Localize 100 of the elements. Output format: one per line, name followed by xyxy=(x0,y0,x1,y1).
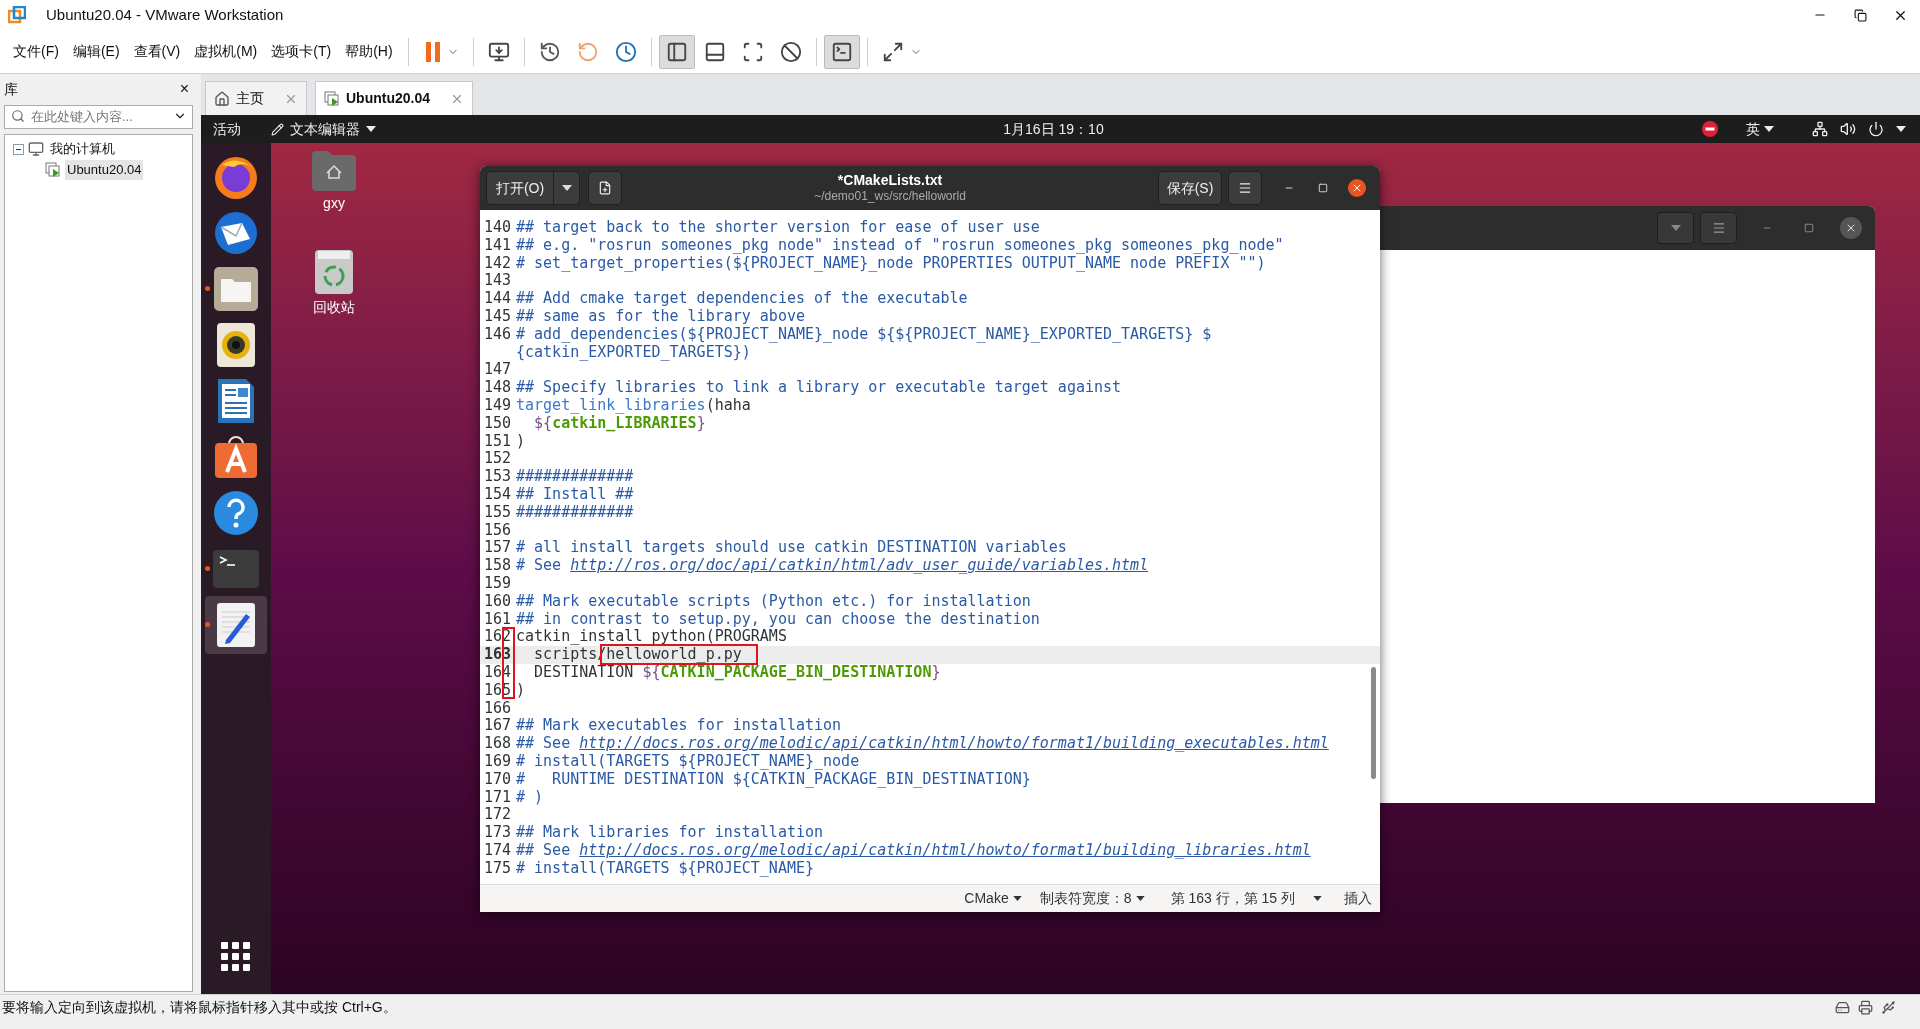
power-icon[interactable] xyxy=(1868,121,1884,137)
new-tab-button[interactable] xyxy=(588,171,622,205)
menu-item[interactable]: 文件(F) xyxy=(6,41,66,62)
activities-button[interactable]: 活动 xyxy=(213,118,241,140)
new-tab-icon xyxy=(598,181,612,195)
menu-item[interactable]: 帮助(H) xyxy=(338,41,400,62)
menu-item[interactable]: 编辑(E) xyxy=(65,41,127,62)
maximize-icon xyxy=(1318,183,1328,193)
line-number: 149 xyxy=(484,395,512,414)
tab-width-selector[interactable]: 制表符宽度：8 xyxy=(1039,888,1145,909)
clock[interactable]: 1月16日 19：10 xyxy=(1003,118,1104,140)
line-number: 166 xyxy=(484,698,512,717)
code-line: # See http://ros.org/doc/api/catkin/html/adv_user_guide/variables.html xyxy=(516,557,1149,575)
cursor-position[interactable]: 第 163 行，第 15 列 xyxy=(1170,888,1322,909)
link[interactable]: http://ros.org/doc/api/catkin/html/adv_user_guide/variables.html xyxy=(570,556,1149,575)
collapse-icon[interactable] xyxy=(13,143,24,155)
terminal-icon xyxy=(212,548,260,589)
code-line: ## Install ## xyxy=(516,485,634,504)
running-indicator xyxy=(205,566,210,571)
line-number: 157 xyxy=(484,538,512,557)
code-line: {catkin_EXPORTED_TARGETS}) xyxy=(516,343,751,362)
line-number: 141 xyxy=(484,235,512,254)
line-number: 169 xyxy=(484,751,512,770)
code-line: # all install targets should use catkin DESTINATION variables xyxy=(516,539,1067,558)
tree-item[interactable]: 我的计算机 xyxy=(48,139,117,159)
menu-item[interactable]: 选项卡(T) xyxy=(264,41,339,62)
line-number: 142 xyxy=(484,253,512,272)
computer-icon xyxy=(28,141,44,157)
save-button[interactable]: 保存(S) xyxy=(1158,171,1222,205)
vm-icon xyxy=(324,90,340,107)
line-number: 144 xyxy=(484,289,512,308)
code-line: ## Mark libraries for installation xyxy=(516,824,824,842)
volume-icon[interactable] xyxy=(1840,121,1856,137)
open-button[interactable]: 打开(O) xyxy=(486,171,554,205)
caret-icon xyxy=(561,185,572,191)
desktop-icon-label[interactable]: gxy xyxy=(323,193,345,214)
tab[interactable]: 主页 xyxy=(205,81,307,115)
scrollbar-thumb[interactable] xyxy=(1371,667,1376,779)
app-grid-icon[interactable] xyxy=(221,942,251,972)
code-line: # add_dependencies(${PROJECT_NAME}_node ${${PROJECT_NAME}_EXPORTED_TARGETS} $ xyxy=(516,325,1212,344)
caret-icon xyxy=(1313,896,1322,901)
menu-item[interactable]: 查看(V) xyxy=(126,41,188,62)
line-number: 158 xyxy=(484,556,512,575)
code-line: ## See http://docs.ros.org/melodic/api/catkin/html/howto/format1/building_libraries.html xyxy=(516,841,1311,860)
toolbar-button[interactable] xyxy=(823,34,860,69)
tree-item[interactable]: Ubuntu20.04 xyxy=(65,160,144,180)
code-line: ## target back to the shorter version for ease of user use xyxy=(516,219,1040,237)
menu-item[interactable]: 虚拟机(M) xyxy=(187,41,265,62)
caret-icon xyxy=(1764,126,1774,132)
expand-icon xyxy=(881,40,904,63)
line-number: 146 xyxy=(484,324,512,343)
do-not-disturb-icon[interactable] xyxy=(1702,121,1718,137)
panel-left-icon xyxy=(665,40,688,63)
folder-icon xyxy=(213,265,259,312)
language-selector[interactable]: CMake xyxy=(964,888,1022,909)
network-icon[interactable] xyxy=(1812,121,1828,137)
code-line: ## e.g. "rosrun someones_pkg node" instead of "rosrun someones_pkg someones_pkg_node" xyxy=(516,236,1284,255)
shopping-bag-icon xyxy=(213,433,259,480)
desktop-icon-label[interactable]: 回收站 xyxy=(313,297,355,318)
code-line: ## Mark executables for installation xyxy=(516,717,842,736)
caret-icon[interactable] xyxy=(1896,126,1906,132)
line-number: 148 xyxy=(484,378,512,397)
monitor-icon xyxy=(487,40,510,63)
menu-button[interactable] xyxy=(1700,212,1737,244)
close-button[interactable]: × xyxy=(175,77,193,101)
caret-icon xyxy=(1135,896,1145,901)
printer-icon[interactable] xyxy=(1858,1000,1873,1015)
dropdown-button[interactable] xyxy=(554,171,580,205)
input-method-menu[interactable]: 英 xyxy=(1746,118,1774,140)
app-logo-icon xyxy=(8,6,26,24)
link[interactable]: http://docs.ros.org/melodic/api/catkin/html/howto/format1/building_libraries.html xyxy=(579,840,1311,859)
usb-icon[interactable] xyxy=(1881,1000,1896,1015)
home-icon xyxy=(214,90,230,107)
dock-item[interactable] xyxy=(205,595,267,654)
terminal-icon xyxy=(830,40,853,63)
line-number: 153 xyxy=(484,467,512,486)
restore-icon xyxy=(1853,8,1867,22)
line-number: 170 xyxy=(484,769,512,788)
pause-icon xyxy=(424,40,441,63)
menu-button[interactable] xyxy=(1228,171,1262,205)
code-line: ## Mark executable scripts (Python etc.) for installation xyxy=(516,592,1031,611)
code-line: ## Specify libraries to link a library or executable target against xyxy=(516,379,1122,397)
code-line: ## See http://docs.ros.org/melodic/api/catkin/html/howto/format1/building_executables.html xyxy=(516,735,1329,753)
toolbar-button[interactable] xyxy=(658,34,695,69)
code-line: ) xyxy=(516,681,526,700)
search-field[interactable]: 在此处键入内容... xyxy=(4,104,193,129)
app-menu[interactable]: 文本编辑器 xyxy=(271,118,376,140)
code-line: # install(TARGETS ${PROJECT_NAME} xyxy=(516,859,814,878)
maximize-icon xyxy=(1804,223,1814,233)
code-line: ## in contrast to setup.py, you can choose the destination xyxy=(516,610,1040,629)
caret-icon xyxy=(1670,225,1681,231)
document-icon xyxy=(216,377,256,424)
tab[interactable]: Ubuntu20.04 xyxy=(315,81,473,115)
running-indicator xyxy=(205,622,210,627)
line-number: 152 xyxy=(484,449,512,468)
text-editor-icon xyxy=(216,601,256,648)
link[interactable]: http://docs.ros.org/melodic/api/catkin/html/howto/format1/building_executables.html xyxy=(579,734,1329,753)
line-number: 167 xyxy=(484,716,512,735)
line-number: 173 xyxy=(484,823,512,842)
line-number: 172 xyxy=(484,805,512,824)
